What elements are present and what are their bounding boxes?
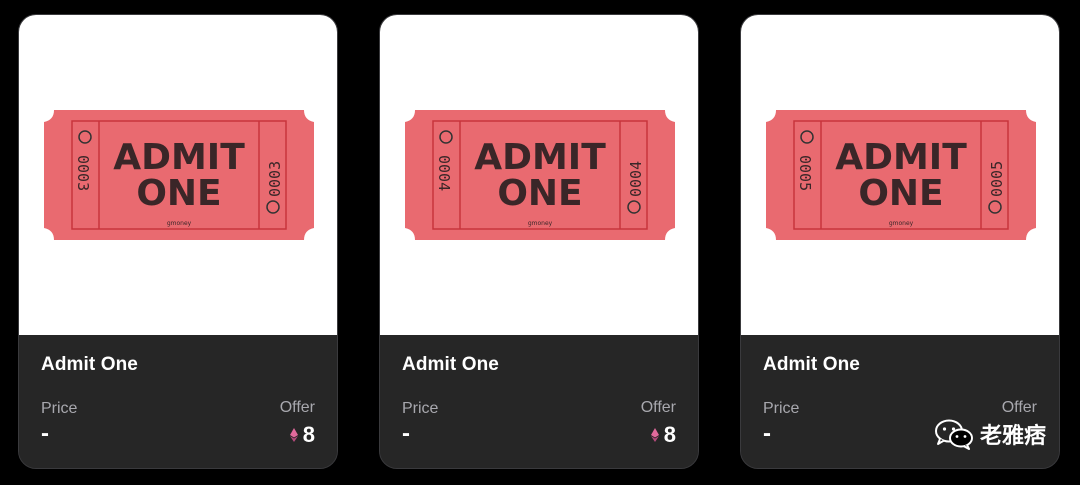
- offer-value-group: 8: [650, 422, 676, 448]
- offer-label: Offer: [640, 399, 676, 416]
- ticket-serial-left: 0003: [74, 155, 92, 191]
- offer-value-group: 8: [289, 422, 315, 448]
- price-value: -: [763, 420, 771, 447]
- ticket-serial-right: 0005: [988, 161, 1006, 197]
- ticket-brand: gmoney: [889, 220, 914, 227]
- offer-label: Offer: [1001, 399, 1037, 416]
- wechat-icon: [934, 419, 973, 450]
- ticket-brand: gmoney: [528, 220, 553, 227]
- ticket-headline-1: ADMIT: [113, 137, 245, 178]
- nft-title[interactable]: Admit One: [763, 354, 860, 376]
- nft-title[interactable]: Admit One: [402, 354, 499, 376]
- ticket-headline-1: ADMIT: [835, 137, 967, 178]
- offer-value: 8: [663, 422, 676, 447]
- eth-icon: [650, 428, 659, 442]
- ticket-headline-2: ONE: [136, 173, 221, 214]
- ticket-serial-right: 0004: [627, 161, 645, 197]
- price-value: -: [41, 420, 49, 447]
- ticket-serial-left: 0005: [796, 155, 814, 191]
- admit-one-ticket-image: ADMIT ONE 0003 0003 gmoney: [44, 110, 314, 240]
- nft-card-2[interactable]: ADMIT ONE 0004 0004 gmoney Admit One Pri…: [379, 14, 699, 469]
- price-label: Price: [41, 400, 78, 417]
- ticket-headline-2: ONE: [858, 173, 943, 214]
- ticket-headline-2: ONE: [497, 173, 582, 214]
- nft-title[interactable]: Admit One: [41, 354, 138, 376]
- ticket-serial-left: 0004: [435, 155, 453, 191]
- price-value: -: [402, 420, 410, 447]
- price-label: Price: [402, 400, 439, 417]
- admit-one-ticket-image: ADMIT ONE 0005 0005 gmoney: [766, 110, 1036, 240]
- nft-image[interactable]: ADMIT ONE 0005 0005 gmoney: [741, 15, 1059, 335]
- offer-value: 8: [302, 422, 315, 447]
- ticket-brand: gmoney: [167, 220, 192, 227]
- admit-one-ticket-image: ADMIT ONE 0004 0004 gmoney: [405, 110, 675, 240]
- nft-card-3[interactable]: ADMIT ONE 0005 0005 gmoney Admit One Pri…: [740, 14, 1060, 469]
- nft-card-1[interactable]: ADMIT ONE 0003 0003 gmoney Admit One Pri…: [18, 14, 338, 469]
- watermark: 老雅痞: [934, 418, 1046, 450]
- nft-image[interactable]: ADMIT ONE 0003 0003 gmoney: [19, 15, 337, 335]
- nft-image[interactable]: ADMIT ONE 0004 0004 gmoney: [380, 15, 698, 335]
- watermark-text: 老雅痞: [979, 423, 1046, 448]
- eth-icon: [289, 428, 298, 442]
- ticket-headline-1: ADMIT: [474, 137, 606, 178]
- offer-label: Offer: [279, 399, 315, 416]
- ticket-serial-right: 0003: [266, 161, 284, 197]
- price-label: Price: [763, 400, 800, 417]
